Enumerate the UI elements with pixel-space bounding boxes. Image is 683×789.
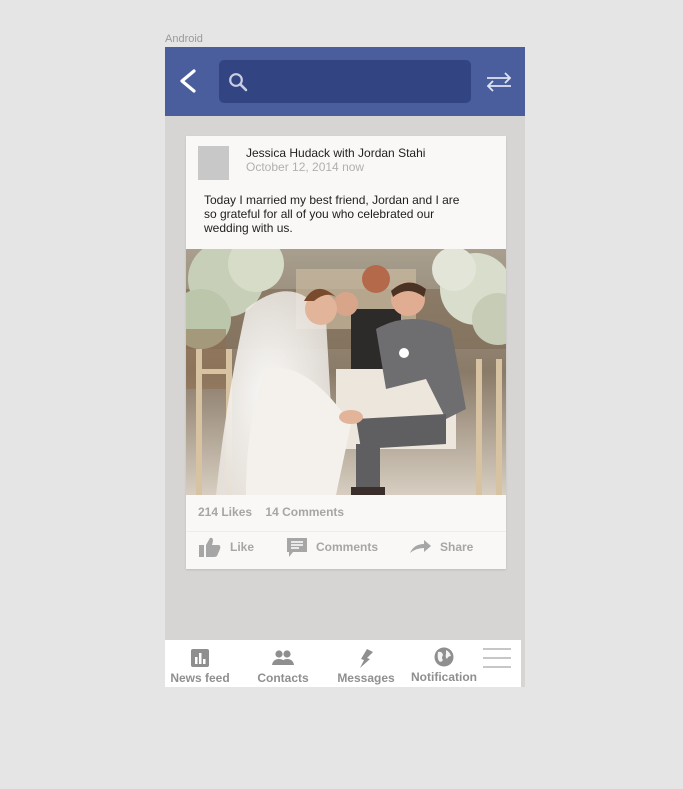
back-button[interactable] [175, 67, 201, 95]
nav-label-messages: Messages [337, 671, 395, 685]
comments-label: Comments [316, 540, 379, 554]
share-label: Share [440, 540, 474, 554]
search-icon [229, 73, 248, 92]
swap-arrows-icon [486, 72, 512, 92]
device-label: Android [165, 33, 203, 45]
thumbs-up-icon [199, 537, 221, 557]
swap-button[interactable] [485, 71, 513, 93]
divider [186, 531, 506, 532]
app-bar [165, 47, 525, 116]
nav-item-notification[interactable]: Notification [411, 640, 477, 687]
search-box[interactable] [219, 60, 471, 103]
post-stats: 214 Likes 14 Comments [198, 505, 344, 519]
nav-label-notification: Notification [411, 670, 477, 684]
like-label: Like [230, 540, 255, 554]
wedding-photo[interactable] [186, 249, 506, 495]
comment-icon [287, 538, 307, 557]
nav-label-contacts: Contacts [257, 671, 309, 685]
lightning-icon [360, 649, 373, 668]
globe-icon [434, 647, 454, 667]
like-button[interactable]: Like [198, 534, 254, 560]
people-icon [272, 650, 294, 665]
bar-chart-icon [191, 649, 209, 667]
menu-button[interactable] [483, 648, 511, 668]
bottom-navigation: News feed Contacts Messages Notification [165, 640, 521, 687]
post-timestamp: October 12, 2014 now [246, 160, 365, 174]
nav-label-news-feed: News feed [170, 671, 230, 685]
nav-item-messages[interactable]: Messages [335, 640, 397, 687]
post-text: Today I married my best friend, Jordan a… [204, 193, 460, 235]
post-author[interactable]: Jessica Hudack with Jordan Stahi [246, 146, 425, 160]
chevron-left-icon [180, 69, 196, 93]
comments-count[interactable]: 14 Comments [265, 505, 344, 519]
share-arrow-icon [410, 540, 431, 553]
search-input[interactable] [257, 68, 466, 96]
phone-screen: Jessica Hudack with Jordan Stahi October… [165, 47, 525, 687]
likes-count[interactable]: 214 Likes [198, 505, 252, 519]
post-card: Jessica Hudack with Jordan Stahi October… [186, 136, 506, 569]
nav-item-contacts[interactable]: Contacts [255, 640, 311, 687]
nav-item-news-feed[interactable]: News feed [169, 640, 231, 687]
hamburger-menu-icon [483, 648, 511, 668]
comments-button[interactable]: Comments [286, 534, 378, 560]
avatar[interactable] [198, 146, 229, 180]
share-button[interactable]: Share [408, 534, 473, 560]
wedding-photo-illustration [186, 249, 506, 495]
